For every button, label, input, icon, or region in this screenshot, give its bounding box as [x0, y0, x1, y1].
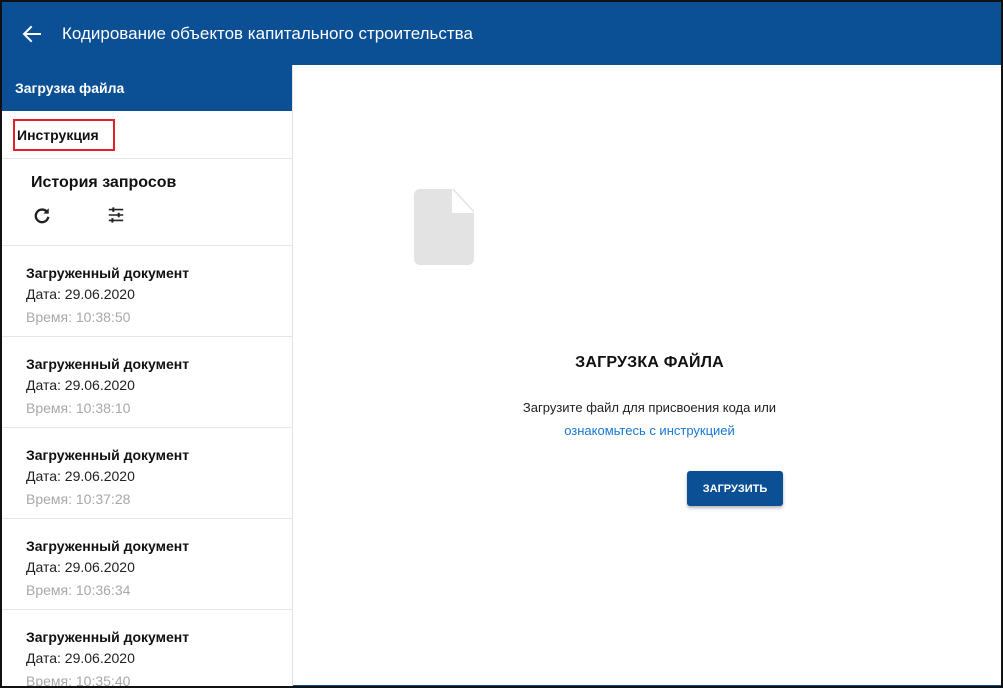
document-date: Дата: 29.06.2020	[26, 468, 135, 484]
upload-heading: ЗАГРУЗКА ФАЙЛА	[575, 354, 724, 371]
sidebar-item-instruction[interactable]: Инструкция	[13, 118, 115, 151]
top-app-bar: Кодирование объектов капитального строит…	[2, 2, 1001, 65]
refresh-button[interactable]	[31, 204, 53, 226]
history-item[interactable]: Загруженный документ Дата: 29.06.2020 Вр…	[2, 519, 292, 610]
upload-button[interactable]: ЗАГРУЗИТЬ	[687, 471, 783, 506]
document-date: Дата: 29.06.2020	[26, 650, 135, 666]
file-icon	[414, 189, 474, 265]
history-toolbar	[31, 204, 292, 226]
arrow-left-icon	[22, 25, 41, 42]
document-name: Загруженный документ	[26, 265, 190, 281]
document-time: Время: 10:38:50	[26, 309, 131, 325]
history-item[interactable]: Загруженный документ Дата: 29.06.2020 Вр…	[2, 246, 292, 337]
back-button[interactable]	[2, 2, 62, 65]
page-title: Кодирование объектов капитального строит…	[62, 23, 473, 43]
sidebar-item-instruction-row: Инструкция	[2, 111, 292, 159]
filter-button[interactable]	[105, 204, 127, 226]
document-name: Загруженный документ	[26, 538, 190, 554]
history-item[interactable]: Загруженный документ Дата: 29.06.2020 Вр…	[2, 428, 292, 519]
document-time: Время: 10:38:10	[26, 400, 131, 416]
history-item[interactable]: Загруженный документ Дата: 29.06.2020 Вр…	[2, 610, 292, 688]
history-title: История запросов	[31, 174, 177, 191]
document-date: Дата: 29.06.2020	[26, 286, 135, 302]
history-section: История запросов	[2, 159, 292, 246]
document-time: Время: 10:35:40	[26, 673, 131, 688]
filter-sliders-icon	[108, 207, 124, 223]
upload-description: Загрузите файл для присвоения кода или	[522, 400, 777, 415]
document-name: Загруженный документ	[26, 447, 190, 463]
document-name: Загруженный документ	[26, 356, 190, 372]
instruction-link[interactable]: ознакомьтесь с инструкцией	[294, 423, 1001, 438]
app-window: Кодирование объектов капитального строит…	[0, 0, 1003, 688]
document-time: Время: 10:36:34	[26, 582, 131, 598]
document-name: Загруженный документ	[26, 629, 190, 645]
sidebar: Загрузка файла Инструкция История запрос…	[2, 65, 293, 688]
history-item[interactable]: Загруженный документ Дата: 29.06.2020 Вр…	[2, 337, 292, 428]
refresh-icon	[34, 208, 50, 224]
document-time: Время: 10:37:28	[26, 491, 131, 507]
document-date: Дата: 29.06.2020	[26, 377, 135, 393]
sidebar-item-upload[interactable]: Загрузка файла	[2, 65, 292, 111]
document-date: Дата: 29.06.2020	[26, 559, 135, 575]
